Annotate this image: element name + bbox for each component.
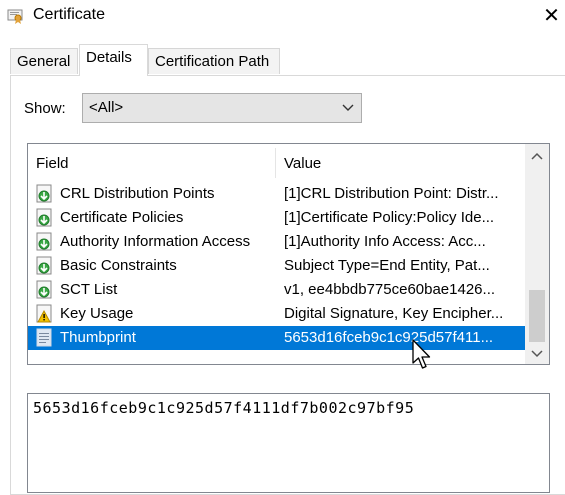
tab-details[interactable]: Details xyxy=(79,44,148,76)
row-field: SCT List xyxy=(60,281,118,298)
row-field: Certificate Policies xyxy=(60,209,184,226)
list-header: Field Value xyxy=(28,144,525,180)
list-row-selected[interactable]: Thumbprint 5653d16fceb9c1c925d57f411... xyxy=(28,326,525,350)
row-field: Basic Constraints xyxy=(60,257,177,274)
thumbprint-value-text[interactable]: 5653d16fceb9c1c925d57f4111df7b002c97bf95 xyxy=(33,399,414,417)
column-header-value[interactable]: Value xyxy=(284,155,321,172)
column-divider[interactable] xyxy=(275,148,276,178)
row-field: Authority Information Access xyxy=(60,233,251,250)
title-bar: Certificate ✕ xyxy=(0,0,565,32)
list-row[interactable]: Authority Information Access [1]Authorit… xyxy=(28,230,525,254)
row-value: [1]Authority Info Access: Acc... xyxy=(284,233,486,250)
show-dropdown[interactable]: <All> xyxy=(82,93,362,123)
scroll-up-icon[interactable] xyxy=(529,148,545,164)
green-arrow-doc-icon xyxy=(36,280,52,299)
show-selected-value: <All> xyxy=(89,99,124,116)
list-row[interactable]: CRL Distribution Points [1]CRL Distribut… xyxy=(28,182,525,206)
green-arrow-doc-icon xyxy=(36,256,52,275)
row-value: [1]CRL Distribution Point: Distr... xyxy=(284,185,499,202)
green-arrow-doc-icon xyxy=(36,208,52,227)
row-value: Digital Signature, Key Encipher... xyxy=(284,305,504,322)
mouse-pointer-icon xyxy=(412,339,431,369)
green-arrow-doc-icon xyxy=(36,184,52,203)
fields-list[interactable]: Field Value CRL Distribution Points [1]C… xyxy=(27,143,550,365)
list-row[interactable]: Basic Constraints Subject Type=End Entit… xyxy=(28,254,525,278)
tab-strip: General Details Certification Path xyxy=(10,44,565,76)
row-field: CRL Distribution Points xyxy=(60,185,215,202)
list-row[interactable]: Key Usage Digital Signature, Key Enciphe… xyxy=(28,302,525,326)
doc-icon xyxy=(36,328,52,347)
chevron-down-icon xyxy=(342,104,354,111)
row-value: [1]Certificate Policy:Policy Ide... xyxy=(284,209,495,226)
window-title: Certificate xyxy=(33,6,106,23)
tab-general[interactable]: General xyxy=(10,48,78,74)
scrollbar-thumb[interactable] xyxy=(529,290,545,342)
show-label: Show: xyxy=(24,100,66,117)
scroll-down-icon[interactable] xyxy=(529,346,545,362)
warning-doc-icon xyxy=(36,304,52,323)
value-textbox[interactable]: 5653d16fceb9c1c925d57f4111df7b002c97bf95 xyxy=(27,393,550,493)
row-value: v1, ee4bbdb775ce60bae1426... xyxy=(284,281,496,298)
row-field: Thumbprint xyxy=(60,329,136,346)
certificate-icon xyxy=(7,9,23,24)
row-field: Key Usage xyxy=(60,305,134,322)
row-value: Subject Type=End Entity, Pat... xyxy=(284,257,490,274)
close-button[interactable]: ✕ xyxy=(538,2,565,30)
row-value: 5653d16fceb9c1c925d57f411... xyxy=(284,329,494,346)
tab-certification-path[interactable]: Certification Path xyxy=(148,48,280,74)
list-row[interactable]: SCT List v1, ee4bbdb775ce60bae1426... xyxy=(28,278,525,302)
list-row[interactable]: Certificate Policies [1]Certificate Poli… xyxy=(28,206,525,230)
vertical-scrollbar[interactable] xyxy=(525,144,549,364)
column-header-field[interactable]: Field xyxy=(36,155,69,172)
green-arrow-doc-icon xyxy=(36,232,52,251)
